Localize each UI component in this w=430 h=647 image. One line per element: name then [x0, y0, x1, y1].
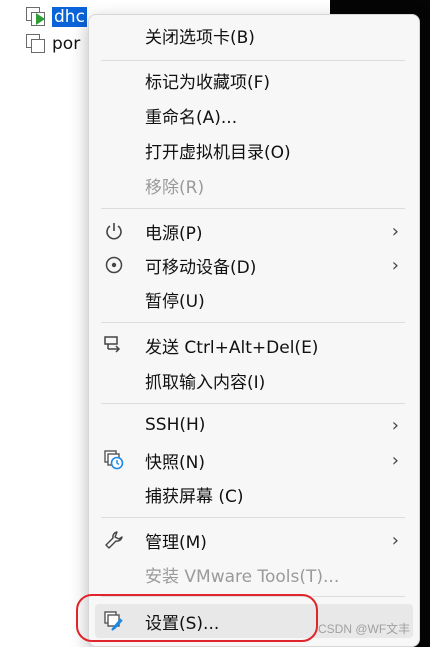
chevron-right-icon: › [391, 414, 399, 436]
menu-separator [101, 60, 405, 61]
menu-item-grab-input[interactable]: 抓取输入内容(I) [89, 363, 419, 397]
menu-item-label: 关闭选项卡(B) [145, 27, 255, 48]
menu-item-label: 捕获屏幕 (C) [145, 486, 244, 507]
menu-item-label: 安装 VMware Tools(T)... [145, 566, 340, 587]
menu-item-label: 电源(P) [145, 223, 203, 244]
menu-separator [101, 322, 405, 323]
menu-item-remove: 移除(R) [89, 168, 419, 202]
menu-item-mark-favorite[interactable]: 标记为收藏项(F) [89, 63, 419, 97]
chevron-right-icon: › [391, 254, 399, 276]
annotation-circle [76, 594, 318, 642]
menu-item-label: 发送 Ctrl+Alt+Del(E) [145, 337, 319, 358]
chevron-right-icon: › [391, 449, 399, 471]
menu-item-label: 标记为收藏项(F) [145, 72, 271, 93]
menu-item-label: SSH(H) [145, 415, 206, 435]
tree-item-vm-dhc[interactable]: dhc [26, 6, 87, 28]
chevron-right-icon: › [391, 529, 399, 551]
menu-item-pause[interactable]: 暂停(U) [89, 282, 419, 316]
menu-item-label: 管理(M) [145, 532, 207, 553]
vm-running-icon [26, 7, 46, 27]
menu-separator [101, 208, 405, 209]
menu-separator [101, 403, 405, 404]
menu-item-send-ctrl-alt-del[interactable]: 发送 Ctrl+Alt+Del(E) [89, 328, 419, 362]
menu-item-label: 抓取输入内容(I) [145, 372, 266, 393]
menu-item-manage[interactable]: 管理(M) › [89, 523, 419, 557]
tree-item-vm-por[interactable]: por [26, 33, 80, 55]
disc-icon [103, 254, 125, 276]
power-icon [103, 220, 125, 242]
chevron-right-icon: › [391, 220, 399, 242]
menu-separator [101, 517, 405, 518]
context-menu: 关闭选项卡(B) 标记为收藏项(F) 重命名(A)... 打开虚拟机目录(O) … [88, 14, 420, 647]
menu-item-power[interactable]: 电源(P) › [89, 214, 419, 248]
menu-item-removable-devices[interactable]: 可移动设备(D) › [89, 248, 419, 282]
wrench-icon [103, 529, 125, 551]
menu-item-capture-screen[interactable]: 捕获屏幕 (C) [89, 477, 419, 511]
menu-item-open-vm-directory[interactable]: 打开虚拟机目录(O) [89, 133, 419, 167]
menu-item-label: 快照(N) [145, 452, 205, 473]
menu-item-ssh[interactable]: SSH(H) › [89, 408, 419, 442]
menu-item-label: 可移动设备(D) [145, 257, 257, 278]
send-keys-icon [103, 334, 125, 356]
tree-item-label: por [52, 34, 81, 54]
menu-item-label: 移除(R) [145, 177, 205, 198]
menu-item-label: 重命名(A)... [145, 107, 238, 128]
vm-icon [26, 34, 46, 54]
menu-item-rename[interactable]: 重命名(A)... [89, 98, 419, 132]
menu-item-snapshot[interactable]: 快照(N) › [89, 443, 419, 477]
menu-item-close-tab[interactable]: 关闭选项卡(B) [89, 18, 419, 52]
menu-item-label: 暂停(U) [145, 291, 205, 312]
snapshot-icon [103, 449, 125, 471]
menu-item-label: 打开虚拟机目录(O) [145, 142, 291, 163]
menu-item-install-vmware-tools: 安装 VMware Tools(T)... [89, 557, 419, 591]
watermark: CSDN @WF文丰 [318, 622, 411, 636]
tree-item-label: dhc [52, 7, 87, 27]
